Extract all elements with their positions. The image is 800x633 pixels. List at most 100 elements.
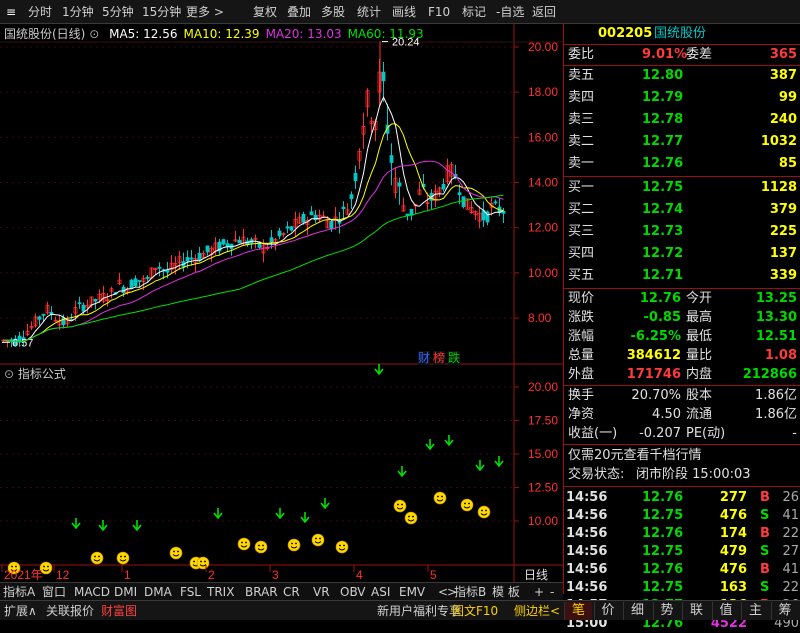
indicator-tab-3[interactable]: DMI <box>114 584 137 600</box>
smiley-eye <box>441 495 443 498</box>
candle-body <box>197 252 202 261</box>
event-badge-1[interactable]: 榜 <box>433 351 446 365</box>
candle-body <box>441 183 446 190</box>
promo-row[interactable]: 仅需20元查看千档行情 <box>564 446 800 465</box>
indicator-tab-12[interactable]: EMV <box>399 584 425 600</box>
ask-volume: 99 <box>778 90 797 105</box>
tick-row: 14:56 12.76 476 B 41 <box>564 560 800 579</box>
indicator-tab-6[interactable]: TRIX <box>207 584 234 600</box>
candle-body <box>353 173 358 182</box>
toolbar-1[interactable]: 1分钟 <box>62 4 94 20</box>
indicator-tab-5[interactable]: FSL <box>180 584 201 600</box>
weibi-value: 9.01% <box>642 47 688 62</box>
indicator-tab-1[interactable]: 窗口 <box>42 584 66 600</box>
toolbar-5[interactable]: 复权 <box>253 4 277 20</box>
side-tab-4[interactable]: 联 <box>682 602 710 620</box>
side-tab-0[interactable]: 笔 <box>564 602 592 620</box>
stats2-row: 净资 4.50 流通 1.86亿 <box>564 405 800 424</box>
bid-label: 买三 <box>568 224 595 239</box>
stat-value: - <box>792 426 797 441</box>
smiley-face <box>237 537 251 551</box>
smiley-eye <box>98 555 100 558</box>
stat-label: 换手 <box>568 388 595 403</box>
tick-side: S <box>760 544 770 559</box>
candle-body <box>457 192 462 196</box>
template-tab-2[interactable]: + <box>534 584 544 600</box>
smiley-marker-icon <box>311 533 325 547</box>
new-user-promo[interactable]: 新用户福利专享 <box>377 603 461 619</box>
stat-label: 涨跌 <box>568 310 595 325</box>
indicator-tab-7[interactable]: BRAR <box>245 584 278 600</box>
template-tab-1[interactable]: 模 板 <box>492 584 520 600</box>
stat-label: 最高 <box>686 310 713 325</box>
indicator-tick-label: 15.00 <box>528 447 558 461</box>
tick-count: 27 <box>782 544 799 559</box>
tick-price: 12.76 <box>642 562 684 577</box>
ask-price: 12.77 <box>642 134 684 149</box>
candle-body <box>185 257 190 262</box>
ask-label: 卖一 <box>568 156 595 171</box>
toolbar-8[interactable]: 统计 <box>357 4 381 20</box>
ask-volume: 85 <box>778 156 797 171</box>
f10-graphic-button[interactable]: 图文F10 <box>452 603 498 619</box>
chart-area[interactable]: 20.246.57 8.0010.0012.0014.0016.0018.002… <box>0 24 563 582</box>
side-tab-1[interactable]: 价 <box>593 602 622 620</box>
ask-row: 卖三 12.78 240 <box>564 110 800 129</box>
event-badge-2[interactable]: 跌 <box>448 351 461 365</box>
smiley-eye <box>408 515 410 518</box>
sidebar-toggle[interactable]: 侧边栏< <box>514 603 560 619</box>
smiley-marker-icon <box>460 498 474 512</box>
toolbar-2[interactable]: 5分钟 <box>102 4 134 20</box>
side-tab-3[interactable]: 势 <box>652 602 681 620</box>
side-tab-6[interactable]: 主 <box>741 602 769 620</box>
tick-count: 26 <box>782 490 799 505</box>
collapse-icon[interactable]: ⊙ <box>4 367 14 381</box>
ask-row: 卖四 12.79 99 <box>564 88 800 107</box>
bottom-left-2[interactable]: 财富图 <box>101 603 137 619</box>
event-badge-0[interactable]: 财 <box>418 351 431 365</box>
toolbar-6[interactable]: 叠加 <box>287 4 311 20</box>
stat-value: 1.08 <box>764 348 797 363</box>
candle-body <box>285 226 290 229</box>
candle-body <box>129 279 134 289</box>
toolbar-10[interactable]: F10 <box>428 4 450 20</box>
side-tab-2[interactable]: 细 <box>623 602 651 620</box>
side-tab-5[interactable]: 值 <box>711 602 740 620</box>
smiley-face <box>393 499 407 513</box>
smiley-eye <box>464 502 466 505</box>
smiley-face <box>404 511 418 525</box>
toolbar-7[interactable]: 多股 <box>321 4 345 20</box>
tick-row: 14:56 12.75 476 S 41 <box>564 506 800 525</box>
toolbar-0[interactable]: 分时 <box>28 4 52 20</box>
event-badges[interactable]: 财榜跌 <box>418 349 463 366</box>
top-toolbar: 分时 1分钟 5分钟 15分钟 更多 > 复权 叠加 多股 统计 画线 F10 标记 -自选 返回 ≡ <box>0 0 800 24</box>
toolbar-9[interactable]: 画线 <box>392 4 416 20</box>
indicator-tab-4[interactable]: DMA <box>144 584 172 600</box>
indicator-tab-9[interactable]: VR <box>313 584 330 600</box>
candle-body <box>157 266 162 269</box>
toolbar-4[interactable]: 更多 > <box>186 4 224 20</box>
indicator-tab-2[interactable]: MACD <box>74 584 110 600</box>
bottom-left-1[interactable]: 关联报价 <box>46 603 94 619</box>
toolbar-12[interactable]: -自选 <box>496 4 524 20</box>
side-tab-7[interactable]: 筹 <box>770 602 799 620</box>
candle-body <box>37 316 42 320</box>
bottom-left-0[interactable]: 扩展∧ <box>4 603 37 619</box>
template-tab-3[interactable]: - <box>550 584 554 600</box>
indicator-tab-10[interactable]: OBV <box>340 584 366 600</box>
smiley-face <box>335 540 349 554</box>
candle-body <box>397 182 402 187</box>
template-tab-0[interactable]: 指标B <box>454 584 486 600</box>
ask-price: 12.80 <box>642 68 684 83</box>
indicator-tab-11[interactable]: ASI <box>371 584 390 600</box>
smiley-eye <box>481 509 483 512</box>
toolbar-11[interactable]: 标记 <box>462 4 486 20</box>
collapse-icon[interactable]: ⊙ <box>89 27 99 41</box>
indicator-tab-8[interactable]: CR <box>283 584 300 600</box>
tick-time: 14:56 <box>566 580 608 595</box>
toolbar-13[interactable]: 返回 <box>532 4 556 20</box>
toolbar-3[interactable]: 15分钟 <box>142 4 181 20</box>
divider <box>564 444 800 445</box>
indicator-tab-0[interactable]: 指标A <box>3 584 35 600</box>
buy-arrow-icon <box>475 460 485 472</box>
